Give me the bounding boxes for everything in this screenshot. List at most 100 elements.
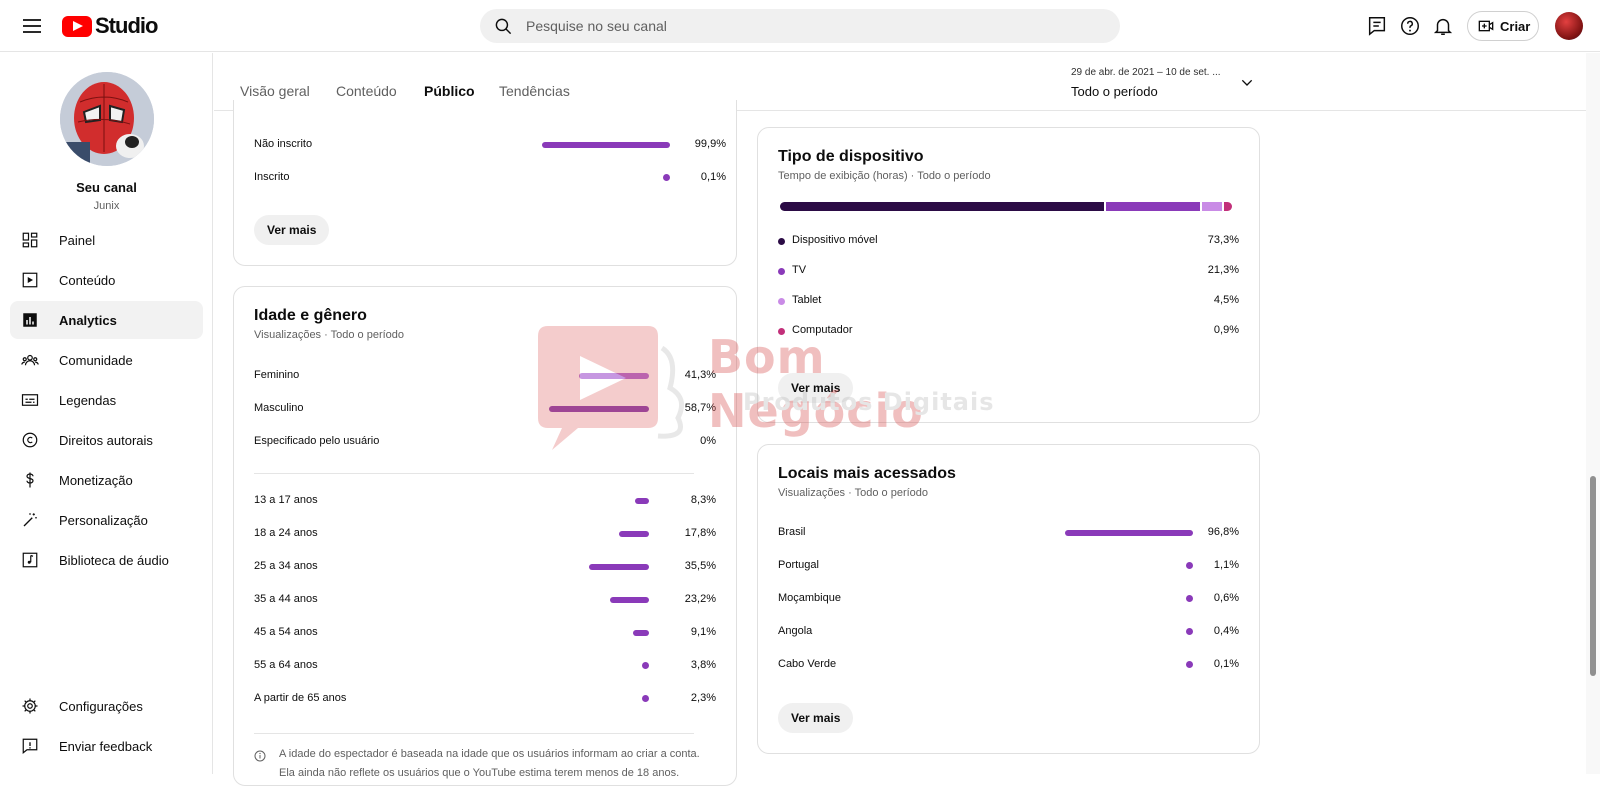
see-more-button[interactable]: Ver mais [254,215,330,245]
sidebar-item-configuracoes[interactable]: Configurações [10,687,203,725]
dashboard-icon [20,230,40,250]
search-icon [495,18,512,35]
age-value: 3,8% [690,659,716,671]
age-gender-card: Idade e gênero Visualizações · Todo o pe… [233,286,737,786]
sidebar-item-label: Enviar feedback [59,738,153,754]
gender-bar [549,406,649,412]
sidebar-item-personalizacao[interactable]: Personalização [10,501,203,539]
age-bar [589,564,649,570]
card-title: Idade e gênero [254,307,367,324]
age-value: 23,2% [684,593,716,605]
tab-publico[interactable]: Público [424,83,475,99]
age-value: 2,3% [690,692,716,704]
hamburger-menu-icon[interactable] [20,14,44,38]
sidebar-item-monetizacao[interactable]: Monetização [10,461,203,499]
device-bar-segment [1106,202,1201,211]
page-scrollbar[interactable] [1586,53,1600,774]
messages-icon[interactable] [1366,15,1388,37]
location-bar [1065,530,1193,536]
subscription-status-card: Não inscrito 99,9% Inscrito 0,1% Ver mai… [233,100,737,266]
card-subtitle: Visualizações · Todo o período [778,487,929,499]
location-label: Moçambique [778,592,841,604]
device-value: 73,3% [1207,234,1239,246]
tab-conteudo[interactable]: Conteúdo [336,83,397,99]
sidebar-item-label: Direitos autorais [59,432,153,448]
subscription-label: Não inscrito [254,138,313,150]
sidebar-item-enviar-feedback[interactable]: Enviar feedback [10,727,203,765]
studio-logo[interactable]: Studio [62,13,158,39]
magic-wand-icon [20,510,40,530]
subscription-value: 99,9% [694,138,726,150]
age-label: 55 a 64 anos [254,659,318,671]
legend-dot [778,328,785,335]
age-bar [633,630,649,636]
sidebar-item-label: Conteúdo [59,272,116,288]
sidebar-item-label: Configurações [59,698,143,714]
top-header: Studio Criar [0,0,1600,52]
sidebar-item-biblioteca-de-audio[interactable]: Biblioteca de áudio [10,541,203,579]
channel-avatar[interactable] [60,72,154,166]
community-icon [20,350,40,370]
tab-tendencias[interactable]: Tendências [499,83,570,99]
device-label: Computador [792,324,853,336]
divider [254,733,694,734]
info-icon [254,750,266,762]
sidebar-item-label: Painel [59,232,96,248]
scrollbar-thumb[interactable] [1590,476,1596,676]
sidebar-item-label: Biblioteca de áudio [59,552,169,568]
gender-value: 0% [700,435,716,447]
age-value: 8,3% [690,494,716,506]
age-bar [619,531,649,537]
sidebar-item-comunidade[interactable]: Comunidade [10,341,203,379]
create-label: Criar [1500,18,1531,34]
subscription-label: Inscrito [254,171,290,183]
youtube-logo-icon [62,15,92,37]
sidebar-item-label: Analytics [59,312,117,328]
see-more-button[interactable]: Ver mais [778,703,854,733]
location-label: Cabo Verde [778,658,837,670]
age-label: A partir de 65 anos [254,692,347,704]
content-icon [20,270,40,290]
analytics-icon [20,310,40,330]
legend-dot [778,298,785,305]
see-more-button[interactable]: Ver mais [778,373,854,403]
sidebar-item-painel[interactable]: Painel [10,221,203,259]
device-bar-segment [780,202,1105,211]
help-icon[interactable] [1399,15,1421,37]
device-label: Dispositivo móvel [792,234,878,246]
audio-library-icon [20,550,40,570]
location-label: Angola [778,625,813,637]
sidebar-item-direitos-autorais[interactable]: Direitos autorais [10,421,203,459]
sidebar-item-legendas[interactable]: Legendas [10,381,203,419]
channel-avatar-image [60,72,154,166]
chevron-down-icon[interactable] [1239,75,1255,91]
sidebar-item-analytics[interactable]: Analytics [10,301,203,339]
notifications-bell-icon[interactable] [1432,15,1454,37]
subscription-bar [542,142,670,148]
location-value: 0,1% [1213,658,1239,670]
age-label: 18 a 24 anos [254,527,318,539]
age-value: 9,1% [690,626,716,638]
search-bar[interactable] [480,9,1120,43]
age-value: 35,5% [684,560,716,572]
age-label: 45 a 54 anos [254,626,318,638]
sidebar-item-conteudo[interactable]: Conteúdo [10,261,203,299]
age-value: 17,8% [684,527,716,539]
legend-dot [778,268,785,275]
legend-dot [778,238,785,245]
search-input[interactable] [526,9,1106,43]
gender-label: Masculino [254,402,304,414]
account-avatar[interactable] [1555,12,1583,40]
device-label: TV [792,264,807,276]
create-button[interactable]: Criar [1467,11,1539,41]
card-title: Tipo de dispositivo [778,148,924,165]
age-bar [642,695,649,702]
sidebar-item-label: Comunidade [59,352,133,368]
sidebar: Seu canal Junix Painel Conteúdo Analytic… [0,53,213,774]
dollar-icon [20,470,40,490]
gender-label: Especificado pelo usuário [254,435,380,447]
tab-visao-geral[interactable]: Visão geral [240,83,310,99]
device-value: 21,3% [1207,264,1239,276]
subscription-bar [663,174,670,181]
subtitles-icon [20,390,40,410]
